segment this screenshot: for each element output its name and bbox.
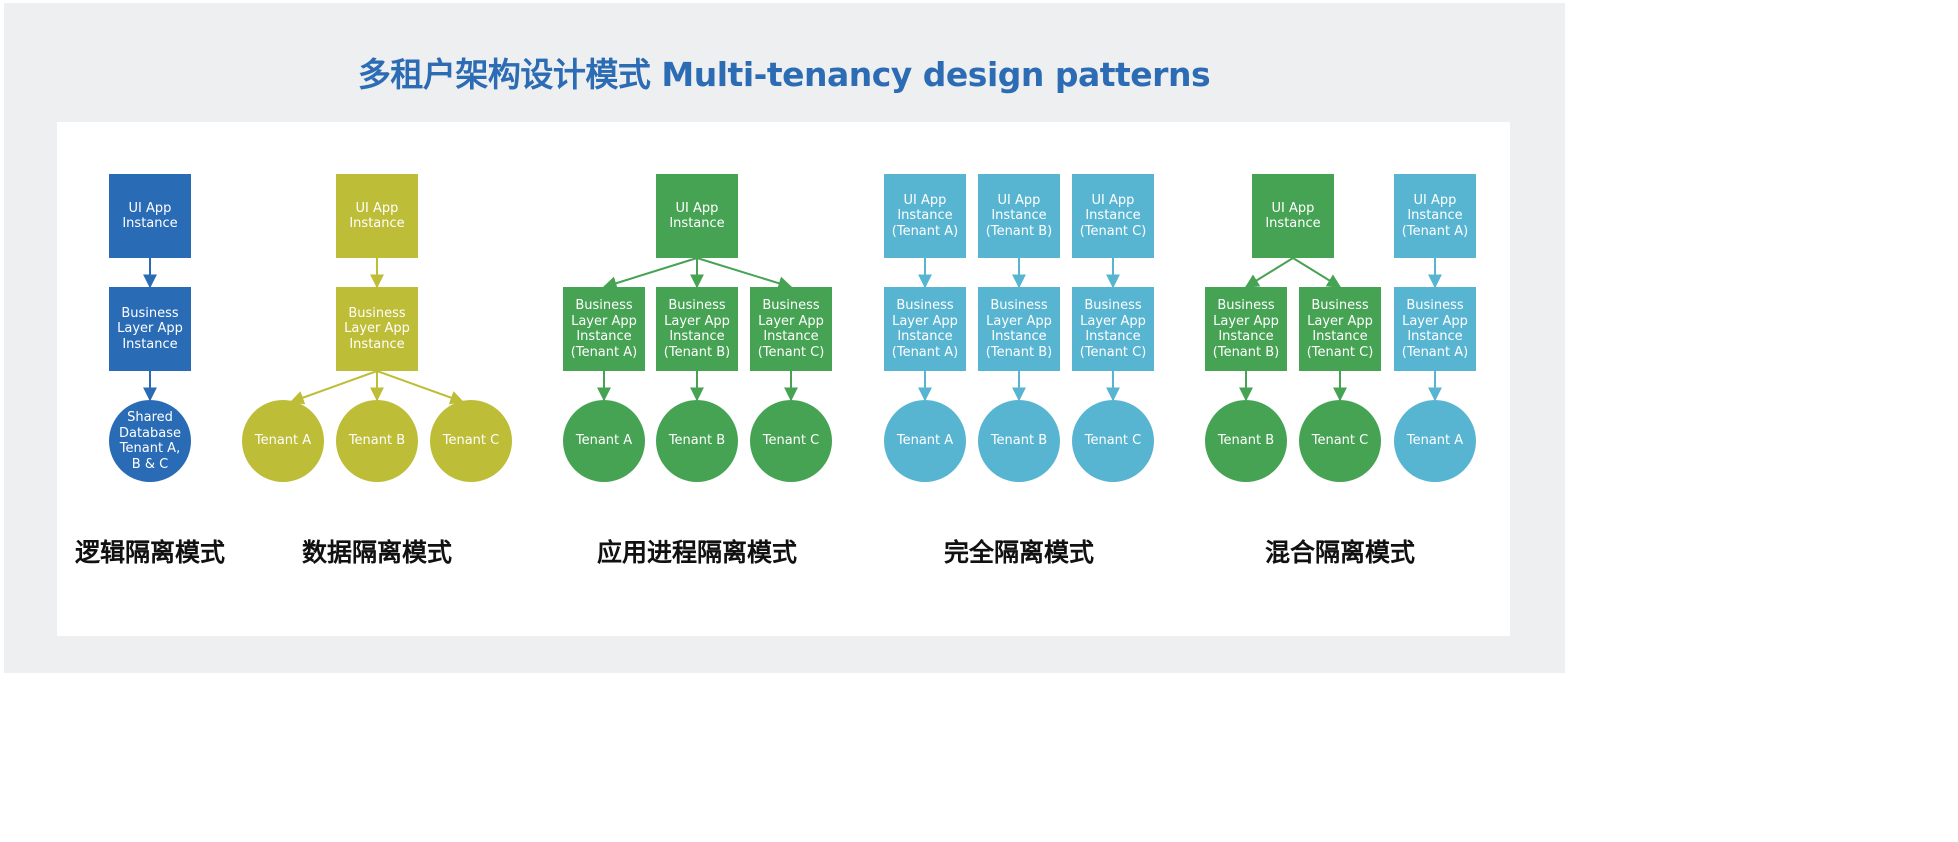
- instance-box-hybrid-biz-b: Business Layer App Instance (Tenant B): [1205, 287, 1287, 371]
- instance-box-hybrid-ui-a: UI App Instance (Tenant A): [1394, 174, 1476, 258]
- tenant-node-proc-tenant-b: Tenant B: [656, 400, 738, 482]
- instance-box-hybrid-ui: UI App Instance: [1252, 174, 1334, 258]
- tenant-node-proc-tenant-a: Tenant A: [563, 400, 645, 482]
- connector-arrow-data_biz-to-data_tenant_a: [289, 370, 378, 405]
- instance-box-logical-biz: Business Layer App Instance: [109, 287, 191, 371]
- tenant-node-data-tenant-b: Tenant B: [336, 400, 418, 482]
- instance-box-data-biz: Business Layer App Instance: [336, 287, 418, 371]
- instance-box-full-ui-a: UI App Instance (Tenant A): [884, 174, 966, 258]
- instance-box-full-ui-c: UI App Instance (Tenant C): [1072, 174, 1154, 258]
- connector-arrow-proc_ui-to-proc_biz_a: [602, 257, 698, 290]
- section-label-2: 应用进程隔离模式: [596, 538, 798, 567]
- instance-box-full-biz-c: Business Layer App Instance (Tenant C): [1072, 287, 1154, 371]
- connector-arrow-hybrid_ui-to-hybrid_biz_c: [1292, 257, 1342, 288]
- tenant-node-full-tenant-b: Tenant B: [978, 400, 1060, 482]
- instance-box-full-biz-a: Business Layer App Instance (Tenant A): [884, 287, 966, 371]
- diagram-panel: UI App Instance Business Layer App Instan…: [57, 122, 1510, 636]
- section-label-3: 完全隔离模式: [943, 538, 1095, 567]
- instance-box-proc-ui: UI App Instance: [656, 174, 738, 258]
- instance-box-data-ui: UI App Instance: [336, 174, 418, 258]
- instance-box-proc-biz-b: Business Layer App Instance (Tenant B): [656, 287, 738, 371]
- tenant-node-hybrid-tenant-a: Tenant A: [1394, 400, 1476, 482]
- tenant-node-data-tenant-c: Tenant C: [430, 400, 512, 482]
- section-label-1: 数据隔离模式: [301, 538, 453, 567]
- tenant-node-full-tenant-a: Tenant A: [884, 400, 966, 482]
- instance-box-full-biz-b: Business Layer App Instance (Tenant B): [978, 287, 1060, 371]
- instance-box-hybrid-biz-a: Business Layer App Instance (Tenant A): [1394, 287, 1476, 371]
- tenant-node-data-tenant-a: Tenant A: [242, 400, 324, 482]
- section-label-0: 逻辑隔离模式: [74, 538, 226, 567]
- tenant-node-full-tenant-c: Tenant C: [1072, 400, 1154, 482]
- tenant-node-hybrid-tenant-b: Tenant B: [1205, 400, 1287, 482]
- tenant-node-logical-db: Shared Database Tenant A, B & C: [109, 400, 191, 482]
- page-title: 多租户架构设计模式 Multi-tenancy design patterns: [357, 55, 1211, 94]
- tenant-node-hybrid-tenant-c: Tenant C: [1299, 400, 1381, 482]
- instance-box-hybrid-biz-c: Business Layer App Instance (Tenant C): [1299, 287, 1381, 371]
- instance-box-full-ui-b: UI App Instance (Tenant B): [978, 174, 1060, 258]
- connector-arrow-hybrid_ui-to-hybrid_biz_b: [1244, 257, 1294, 288]
- section-label-4: 混合隔离模式: [1264, 538, 1416, 567]
- instance-box-proc-biz-a: Business Layer App Instance (Tenant A): [563, 287, 645, 371]
- instance-box-logical-ui: UI App Instance: [109, 174, 191, 258]
- connector-arrow-data_biz-to-data_tenant_c: [376, 370, 465, 405]
- connector-arrow-proc_ui-to-proc_biz_c: [696, 257, 793, 290]
- tenant-node-proc-tenant-c: Tenant C: [750, 400, 832, 482]
- instance-box-proc-biz-c: Business Layer App Instance (Tenant C): [750, 287, 832, 371]
